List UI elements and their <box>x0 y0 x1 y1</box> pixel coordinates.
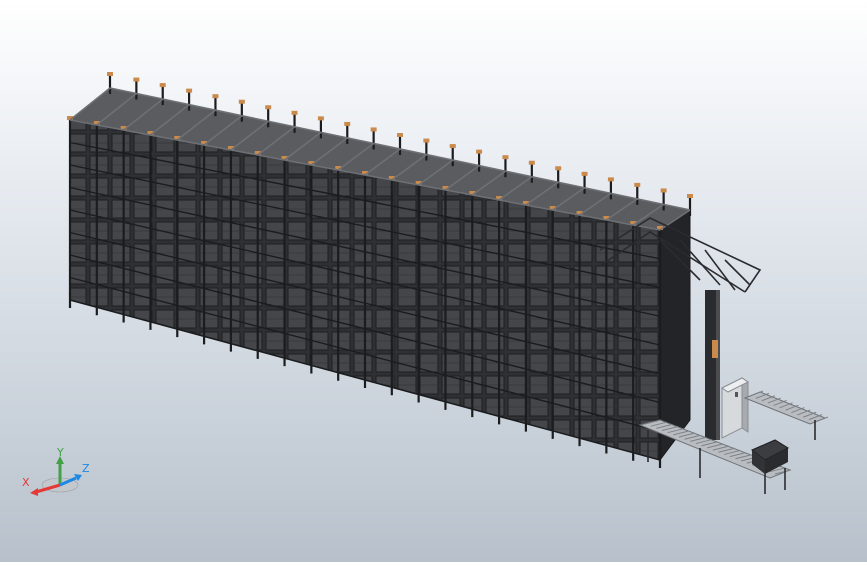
column-cap <box>397 133 403 137</box>
column-cap <box>186 88 193 93</box>
column-cap <box>660 188 667 193</box>
column-cap <box>317 116 324 121</box>
z-axis-label: Z <box>82 462 90 475</box>
column-cap <box>634 182 641 187</box>
column-cap <box>607 177 614 182</box>
column-cap <box>344 121 351 126</box>
column-cap <box>212 94 219 99</box>
column-cap <box>423 138 430 143</box>
column-cap <box>528 160 535 165</box>
column-cap <box>291 110 298 115</box>
x-axis-label: X <box>22 476 30 489</box>
column-cap <box>502 155 509 160</box>
column-cap <box>133 77 140 82</box>
warehouse-rack-model <box>67 72 829 494</box>
column-cap <box>159 83 166 88</box>
conveyor-right <box>743 391 827 425</box>
control-cabinet <box>721 377 749 439</box>
column-cap <box>370 127 377 132</box>
3d-viewport[interactable]: X Y Z <box>0 0 867 562</box>
column-cap <box>238 99 245 104</box>
column-cap <box>476 149 483 154</box>
crane-mast <box>705 290 720 440</box>
column-cap <box>107 72 113 76</box>
coordinate-triad: X Y Z <box>14 446 96 508</box>
column-cap <box>687 194 693 198</box>
column-cap <box>265 105 272 110</box>
column-cap <box>581 171 588 176</box>
y-axis-label: Y <box>56 448 64 459</box>
column-cap <box>555 166 562 171</box>
column-cap <box>449 144 456 149</box>
